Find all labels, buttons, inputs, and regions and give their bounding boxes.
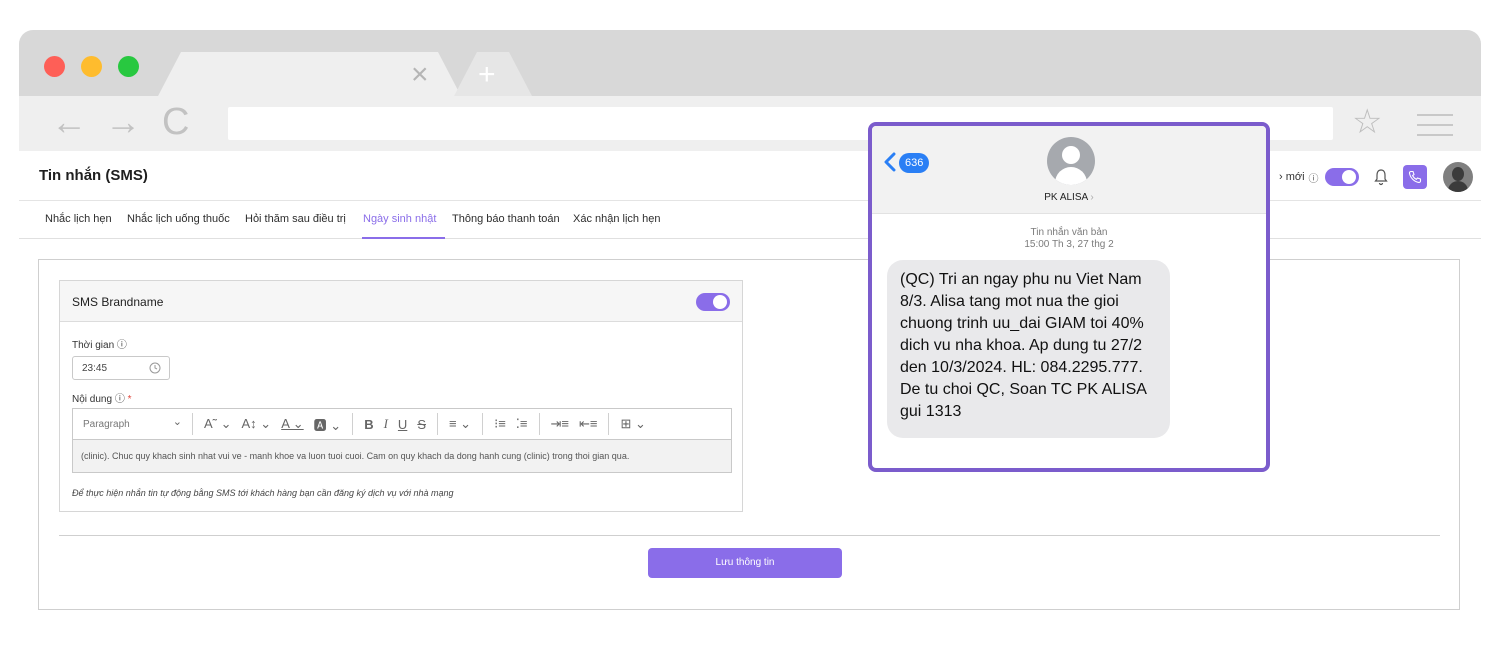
save-button[interactable]: Lưu thông tin (648, 548, 842, 578)
time-label-text: Thời gian (72, 340, 115, 351)
brandname-toggle[interactable] (696, 293, 730, 311)
header-label: › mới (1279, 171, 1305, 183)
time-input[interactable]: 23:45 (72, 356, 170, 380)
stage: { "browser": { "tab_close": "×", "tab_ne… (0, 0, 1502, 655)
menu-icon[interactable] (1417, 114, 1453, 136)
maximize-window-button[interactable] (118, 56, 139, 77)
underline-icon[interactable]: U (398, 417, 407, 432)
bookmark-star-icon[interactable]: ☆ (1352, 104, 1382, 140)
toolbar-divider (608, 413, 610, 435)
active-tab-indicator (362, 237, 445, 239)
bg-color-icon[interactable]: 🅰 ⌄ (314, 415, 342, 434)
font-color-icon[interactable]: A ⌄ (281, 416, 303, 432)
sms-preview: 636 PK ALISA › Tin nhắn văn bản 15:00 Th… (868, 122, 1270, 472)
content-divider (59, 535, 1440, 536)
sms-brandname-card: SMS Brandname Thời gian ⓘ 23:45 Nội dung… (59, 280, 743, 512)
unread-count-badge[interactable]: 636 (899, 153, 930, 173)
header-actions: › mới ⓘ (1279, 162, 1473, 192)
info-icon: ⓘ (116, 340, 127, 351)
chevron-left-icon[interactable] (883, 152, 897, 172)
message-type: Tin nhắn văn bản (1030, 227, 1108, 238)
editor-toolbar: Paragraph A˜ ⌄ A↕ ⌄ A ⌄ 🅰 ⌄ B I U S ≡ ⌄ … (72, 408, 732, 440)
italic-icon[interactable]: I (384, 416, 388, 432)
tab-payment-notice[interactable]: Thông báo thanh toán (452, 213, 560, 225)
phone-icon (1408, 170, 1421, 183)
card-header: SMS Brandname (60, 281, 742, 322)
indent-icon[interactable]: ⇥≡ (551, 416, 569, 432)
editor-content[interactable]: (clinic). Chuc quy khach sinh nhat vui v… (72, 439, 732, 473)
close-window-button[interactable] (44, 56, 65, 77)
tab-close-icon[interactable]: × (411, 60, 429, 90)
content-label-text: Nội dung (72, 394, 113, 405)
content-label: Nội dung ⓘ * (72, 390, 132, 405)
bullet-list-icon[interactable]: ⁚≡ (516, 416, 528, 432)
bell-icon[interactable] (1373, 168, 1389, 186)
call-button[interactable] (1402, 165, 1427, 189)
bold-icon[interactable]: B (364, 417, 373, 432)
user-avatar[interactable] (1442, 162, 1473, 192)
align-icon[interactable]: ≡ ⌄ (449, 416, 471, 432)
contact-name-text: PK ALISA (1044, 192, 1088, 203)
tab-medication-reminder[interactable]: Nhắc lịch uống thuốc (127, 213, 230, 225)
tab-birthday[interactable]: Ngày sinh nhật (363, 213, 436, 225)
ordered-list-icon[interactable]: ⁝≡ (494, 416, 506, 432)
info-icon: ⓘ (114, 394, 125, 405)
message-bubble: (QC) Tri an ngay phu nu Viet Nam 8/3. Al… (887, 260, 1170, 438)
minimize-window-button[interactable] (81, 56, 102, 77)
forward-arrow-icon[interactable]: → (105, 102, 141, 142)
toolbar-divider (192, 413, 193, 435)
registration-note: Để thực hiện nhắn tin tự động bằng SMS t… (72, 488, 454, 498)
outdent-icon[interactable]: ⇤≡ (579, 416, 597, 432)
toolbar-divider (436, 413, 438, 435)
editor-text: (clinic). Chuc quy khach sinh nhat vui v… (81, 451, 630, 461)
time-label: Thời gian ⓘ (72, 336, 127, 351)
reload-icon[interactable]: C (162, 102, 189, 142)
paragraph-select[interactable]: Paragraph (73, 415, 186, 430)
plus-icon[interactable]: + (478, 60, 496, 90)
toolbar-divider (538, 413, 540, 435)
time-value: 23:45 (82, 363, 108, 374)
back-arrow-icon[interactable]: ← (51, 102, 87, 142)
card-title: SMS Brandname (72, 295, 164, 309)
font-size-icon[interactable]: A↕ ⌄ (242, 416, 272, 432)
page-title: Tin nhắn (SMS) (39, 167, 148, 184)
toolbar-divider (482, 413, 484, 435)
heading-font-icon[interactable]: A˜ ⌄ (204, 416, 232, 432)
info-icon: ⓘ (1308, 173, 1319, 185)
browser-tabstrip: × + (19, 30, 1481, 98)
message-timestamp: 15:00 Th 3, 27 thg 2 (1024, 239, 1114, 250)
required-mark: * (127, 394, 132, 405)
contact-name[interactable]: PK ALISA › (872, 192, 1266, 203)
chevron-right-icon: › (1090, 192, 1094, 203)
table-icon[interactable]: ⊞ ⌄ (620, 416, 645, 432)
sms-header: 636 PK ALISA › (872, 126, 1266, 214)
clock-icon[interactable] (149, 362, 161, 374)
contact-avatar[interactable] (1047, 137, 1095, 185)
tab-appointment-reminder[interactable]: Nhắc lịch hẹn (45, 213, 112, 225)
tab-post-treatment[interactable]: Hỏi thăm sau điều trị (245, 213, 346, 225)
header-toggle[interactable] (1324, 168, 1359, 186)
toolbar-divider (352, 413, 354, 435)
tab-appointment-confirm[interactable]: Xác nhận lịch hẹn (573, 213, 660, 225)
strikethrough-icon[interactable]: S (417, 417, 426, 432)
